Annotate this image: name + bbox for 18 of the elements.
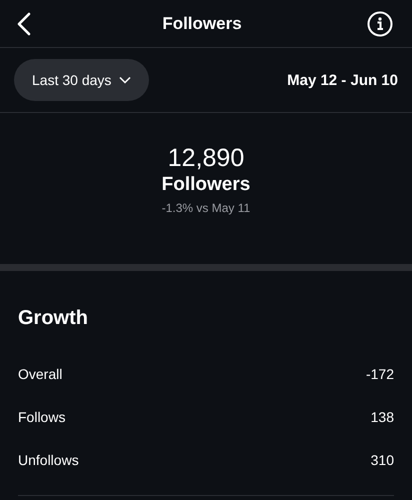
page-title: Followers <box>161 14 243 34</box>
chevron-down-icon <box>119 76 132 84</box>
change-text: -1.3% vs May 11 <box>162 201 250 215</box>
metric-value: -172 <box>366 366 394 382</box>
section-title: Growth <box>18 307 89 330</box>
info-button[interactable] <box>367 10 393 36</box>
metric-value: 310 <box>370 452 394 468</box>
back-button[interactable] <box>17 12 31 36</box>
date-range-dropdown[interactable]: Last 30 days <box>14 59 150 101</box>
back-icon <box>17 12 31 36</box>
metric-value: 138 <box>370 408 394 424</box>
follower-label: Followers <box>162 173 250 197</box>
info-icon <box>367 10 393 36</box>
date-range: May 12 - Jun 10 <box>287 72 398 88</box>
metric-label: Unfollows <box>18 452 79 468</box>
metric-label: Follows <box>18 408 66 424</box>
follower-count: 12,890 <box>168 143 244 173</box>
metric-label: Overall <box>18 366 62 382</box>
